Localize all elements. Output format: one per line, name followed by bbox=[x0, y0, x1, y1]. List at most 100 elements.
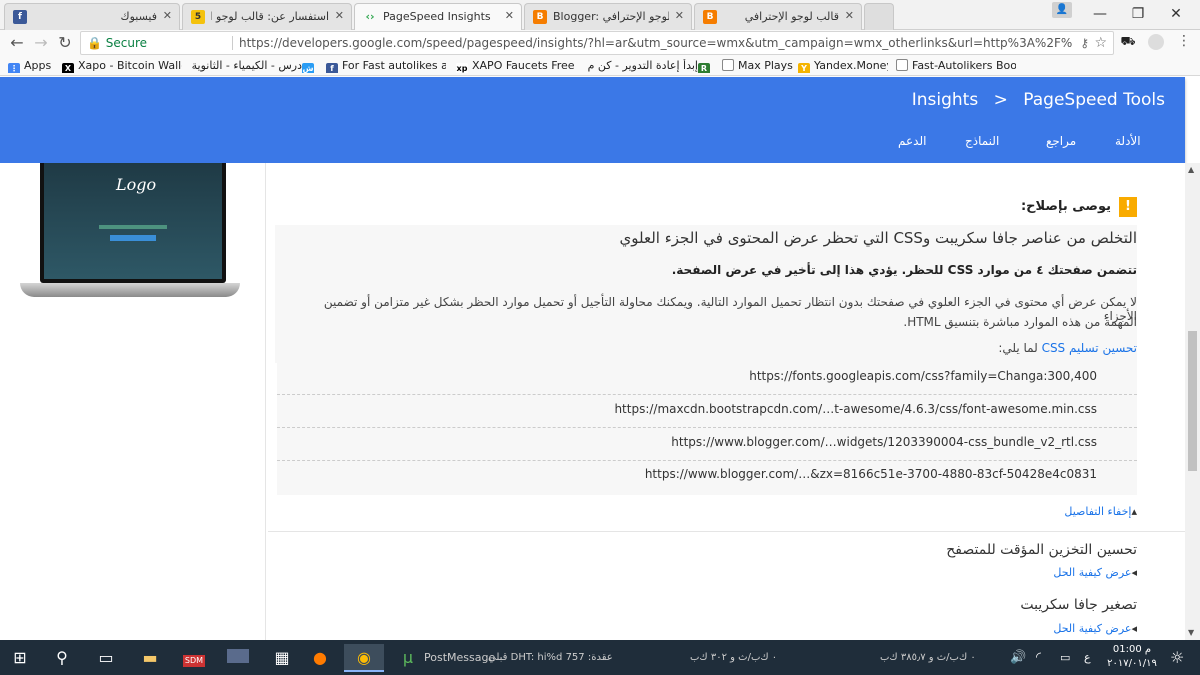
divider bbox=[268, 531, 1185, 532]
tab-pagespeed[interactable]: ‹› PageSpeed Insights ✕ bbox=[354, 3, 522, 31]
school-icon: ش bbox=[302, 63, 314, 73]
wifi-icon[interactable]: ◜ bbox=[1036, 640, 1041, 675]
page-scrollbar[interactable]: ▲ ▼ bbox=[1185, 163, 1200, 640]
volume-icon[interactable]: 🔊 bbox=[1010, 640, 1026, 675]
url-text[interactable]: https://developers.google.com/speed/page… bbox=[239, 32, 1073, 54]
bookmark-xapo-faucets[interactable]: xpXAPO Faucets Free Bit bbox=[456, 59, 578, 73]
task-view-icon[interactable]: ▭ bbox=[86, 644, 126, 672]
extension-globe-icon[interactable] bbox=[1148, 34, 1164, 50]
fix-heading: يوصى بإصلاح: bbox=[1020, 199, 1111, 214]
list-item: https://www.blogger.com/…widgets/1203390… bbox=[671, 435, 1097, 449]
bookmark-yandex[interactable]: Y Yandex.Money bbox=[798, 59, 888, 73]
battery-icon[interactable]: ▭ bbox=[1060, 640, 1070, 675]
close-icon[interactable]: ✕ bbox=[163, 9, 172, 22]
reload-icon[interactable]: ↻ bbox=[54, 32, 76, 54]
key-icon[interactable]: ⚷ bbox=[1080, 32, 1089, 54]
optimize-css-suffix: لما يلي: bbox=[998, 341, 1038, 355]
bookmark-xapo[interactable]: X Xapo - Bitcoin Wallet bbox=[62, 59, 182, 73]
nav-guides[interactable]: الأدلة bbox=[1115, 134, 1141, 148]
site-header: Insights > PageSpeed Tools الأدلة مراجع … bbox=[0, 77, 1185, 163]
tab-blogger[interactable]: B Blogger: قالب لوجو الإحترافي ✕ bbox=[524, 3, 692, 30]
separator bbox=[232, 36, 233, 50]
bookmark-fast-autolikers[interactable]: Fast-Autolikers Bookm bbox=[896, 59, 1016, 73]
optimize-css-link[interactable]: تحسين تسليم CSS bbox=[1042, 341, 1137, 355]
caret-left-icon: ◂ bbox=[1131, 622, 1137, 635]
close-icon[interactable]: ✕ bbox=[505, 9, 514, 22]
hide-details-toggle[interactable]: ▴إخفاء التفاصيل bbox=[1064, 505, 1137, 518]
nav-samples[interactable]: النماذج bbox=[965, 134, 999, 148]
nav-support[interactable]: الدعم bbox=[898, 134, 926, 148]
divider bbox=[277, 427, 1137, 428]
breadcrumb-pagespeed-tools[interactable]: PageSpeed Tools bbox=[1023, 90, 1165, 110]
close-icon[interactable]: ✕ bbox=[335, 9, 344, 22]
chrome-icon[interactable]: ◉ bbox=[344, 644, 384, 672]
back-arrow-icon[interactable]: ← bbox=[6, 32, 28, 54]
close-icon[interactable]: ✕ bbox=[675, 9, 684, 22]
rule-summary: تتضمن صفحتك ٤ من موارد CSS للحظر. يؤدي ه… bbox=[671, 263, 1137, 277]
rule-title: التخلص من عناصر جافا سكريبت وCSS التي تح… bbox=[619, 229, 1137, 247]
browser-toolbar: ← → ↻ 🔒 Secure https://developers.google… bbox=[0, 30, 1200, 56]
close-icon[interactable]: ✕ bbox=[845, 9, 854, 22]
store-icon[interactable]: ▦ bbox=[262, 644, 302, 672]
secure-indicator[interactable]: 🔒 Secure bbox=[87, 32, 147, 54]
bookmark-recycle[interactable]: Rإبدأ إعادة التدوير - كن م bbox=[586, 59, 714, 73]
hide-details-link[interactable]: إخفاء التفاصيل bbox=[1064, 505, 1131, 518]
bookmark-max-plays[interactable]: Max Plays bbox=[722, 59, 798, 73]
tab-title: PageSpeed Insights bbox=[383, 10, 491, 23]
new-tab-button[interactable] bbox=[864, 3, 894, 30]
show-how-to-fix-link[interactable]: عرض كيفية الحل bbox=[1053, 566, 1131, 579]
clock-time: 01:00 م bbox=[1112, 644, 1152, 655]
scrollbar-thumb[interactable] bbox=[1188, 331, 1197, 471]
caret-left-icon: ◂ bbox=[1131, 566, 1137, 579]
restore-icon[interactable]: ❐ bbox=[1124, 4, 1152, 24]
profile-icon[interactable]: 👤 bbox=[1052, 2, 1072, 18]
bookmark-autolikes[interactable]: fFor Fast autolikes and bbox=[326, 59, 446, 73]
network-speed: ٠ ك‌ب/ث و ٣٠٢ ك‌ب bbox=[690, 652, 778, 663]
windows-start-icon[interactable]: ⊞ bbox=[0, 644, 40, 672]
scroll-up-icon[interactable]: ▲ bbox=[1188, 165, 1194, 174]
breadcrumb-insights[interactable]: Insights bbox=[912, 90, 978, 110]
tab-facebook[interactable]: f فيسبوك ✕ bbox=[4, 3, 180, 30]
page-content: Logo ! يوصى بإصلاح: التخلص من عناصر جافا… bbox=[0, 163, 1185, 640]
show-how-to-fix[interactable]: ◂عرض كيفية الحل bbox=[1053, 622, 1137, 635]
bookmarks-bar: ⋮ Apps X Xapo - Bitcoin Wallet شدرس - الكي… bbox=[0, 56, 1200, 76]
sdm-app-icon[interactable]: SDM bbox=[174, 644, 214, 672]
menu-icon[interactable]: ⋮ bbox=[1176, 33, 1192, 53]
clock[interactable]: 01:00 م ٢٠١٧/٠١/١٩ bbox=[1104, 643, 1160, 671]
forward-arrow-icon[interactable]: → bbox=[30, 32, 52, 54]
divider bbox=[277, 460, 1137, 461]
taskbar-postmessage: PostMessage bbox=[424, 651, 496, 664]
minimize-icon[interactable]: — bbox=[1086, 4, 1114, 24]
nav-reference[interactable]: مراجع bbox=[1046, 134, 1076, 148]
game-app-icon[interactable] bbox=[218, 644, 258, 672]
language-indicator[interactable]: ع bbox=[1084, 640, 1091, 675]
facebook-icon: f bbox=[13, 10, 27, 24]
bookmark-star-icon[interactable]: ☆ bbox=[1094, 32, 1107, 54]
breadcrumb-separator: > bbox=[993, 90, 1008, 110]
tab-title: فيسبوك bbox=[120, 10, 157, 23]
yandex-money-icon: Y bbox=[798, 63, 810, 73]
clock-date: ٢٠١٧/٠١/١٩ bbox=[1107, 658, 1157, 669]
bookmark-chemistry[interactable]: شدرس - الكيمياء - الثانوية bbox=[188, 59, 318, 73]
show-how-to-fix[interactable]: ◂عرض كيفية الحل bbox=[1053, 566, 1137, 579]
tab-title: قالب لوجو الإحترافي bbox=[744, 10, 839, 23]
brightness-icon[interactable]: ☼ bbox=[1170, 640, 1184, 675]
pagespeed-icon: ‹› bbox=[365, 10, 375, 23]
address-bar[interactable]: 🔒 Secure https://developers.google.com/s… bbox=[80, 31, 1114, 55]
scroll-down-icon[interactable]: ▼ bbox=[1188, 628, 1194, 637]
preview-button bbox=[110, 235, 156, 241]
utorrent-icon[interactable]: µ bbox=[388, 644, 428, 672]
file-explorer-icon[interactable]: ▬ bbox=[130, 644, 170, 672]
blogger-5-icon: 5 bbox=[191, 10, 205, 24]
show-how-to-fix-link[interactable]: عرض كيفية الحل bbox=[1053, 622, 1131, 635]
firefox-icon[interactable]: ● bbox=[300, 644, 340, 672]
window-close-icon[interactable]: ✕ bbox=[1162, 4, 1190, 24]
blocking-resources-list: https://fonts.googleapis.com/css?family=… bbox=[277, 359, 1137, 495]
search-icon[interactable]: ⚲ bbox=[42, 644, 82, 672]
tab-logo-template[interactable]: B قالب لوجو الإحترافي ✕ bbox=[694, 3, 862, 30]
tab-inquiry[interactable]: 5 استفسار عن: قالب لوجو الإ ✕ bbox=[182, 3, 352, 30]
facebook-icon: f bbox=[326, 63, 338, 73]
extension-icon[interactable]: ⛟ bbox=[1120, 34, 1136, 52]
bookmark-apps[interactable]: ⋮ Apps bbox=[8, 59, 56, 73]
suggestion-title: تصغير جافا سكريبت bbox=[1020, 597, 1137, 613]
